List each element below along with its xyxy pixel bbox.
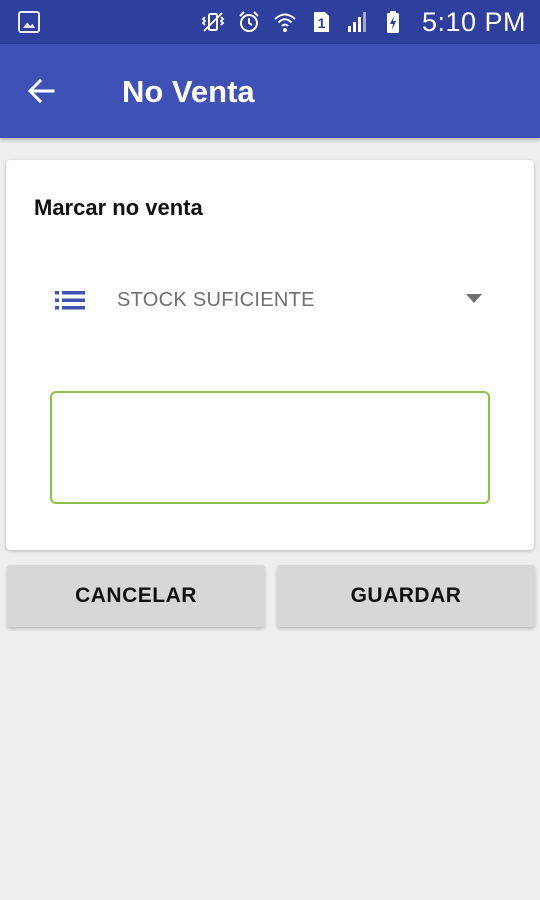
sim-icon: 1 bbox=[308, 9, 334, 35]
sim-slot-label: 1 bbox=[318, 15, 326, 31]
status-bar: 1 5:10 PM bbox=[0, 0, 540, 44]
alarm-icon bbox=[236, 9, 262, 35]
status-icons: 1 5:10 PM bbox=[200, 0, 526, 44]
arrow-left-icon bbox=[27, 78, 55, 104]
save-button[interactable]: GUARDAR bbox=[277, 565, 535, 627]
battery-charging-icon bbox=[380, 9, 406, 35]
cancel-button[interactable]: CANCELAR bbox=[7, 565, 265, 627]
card-title: Marcar no venta bbox=[34, 195, 203, 220]
dropdown-arrow-icon bbox=[466, 294, 482, 303]
spinner-selected-value: STOCK SUFICIENTE bbox=[117, 289, 315, 311]
gallery-icon bbox=[18, 11, 40, 33]
reason-spinner[interactable]: STOCK SUFICIENTE bbox=[42, 268, 502, 332]
note-input[interactable] bbox=[50, 391, 490, 504]
clock: 5:10 PM bbox=[421, 6, 526, 37]
signal-icon bbox=[344, 9, 370, 35]
back-button[interactable] bbox=[18, 68, 64, 114]
wifi-icon bbox=[272, 9, 298, 35]
page-title: No Venta bbox=[122, 74, 255, 109]
no-sale-card: Marcar no venta STOCK SUFICIENTE bbox=[6, 160, 534, 550]
list-icon bbox=[55, 291, 85, 310]
app-bar: No Venta bbox=[0, 44, 540, 138]
vibrate-icon bbox=[200, 9, 226, 35]
